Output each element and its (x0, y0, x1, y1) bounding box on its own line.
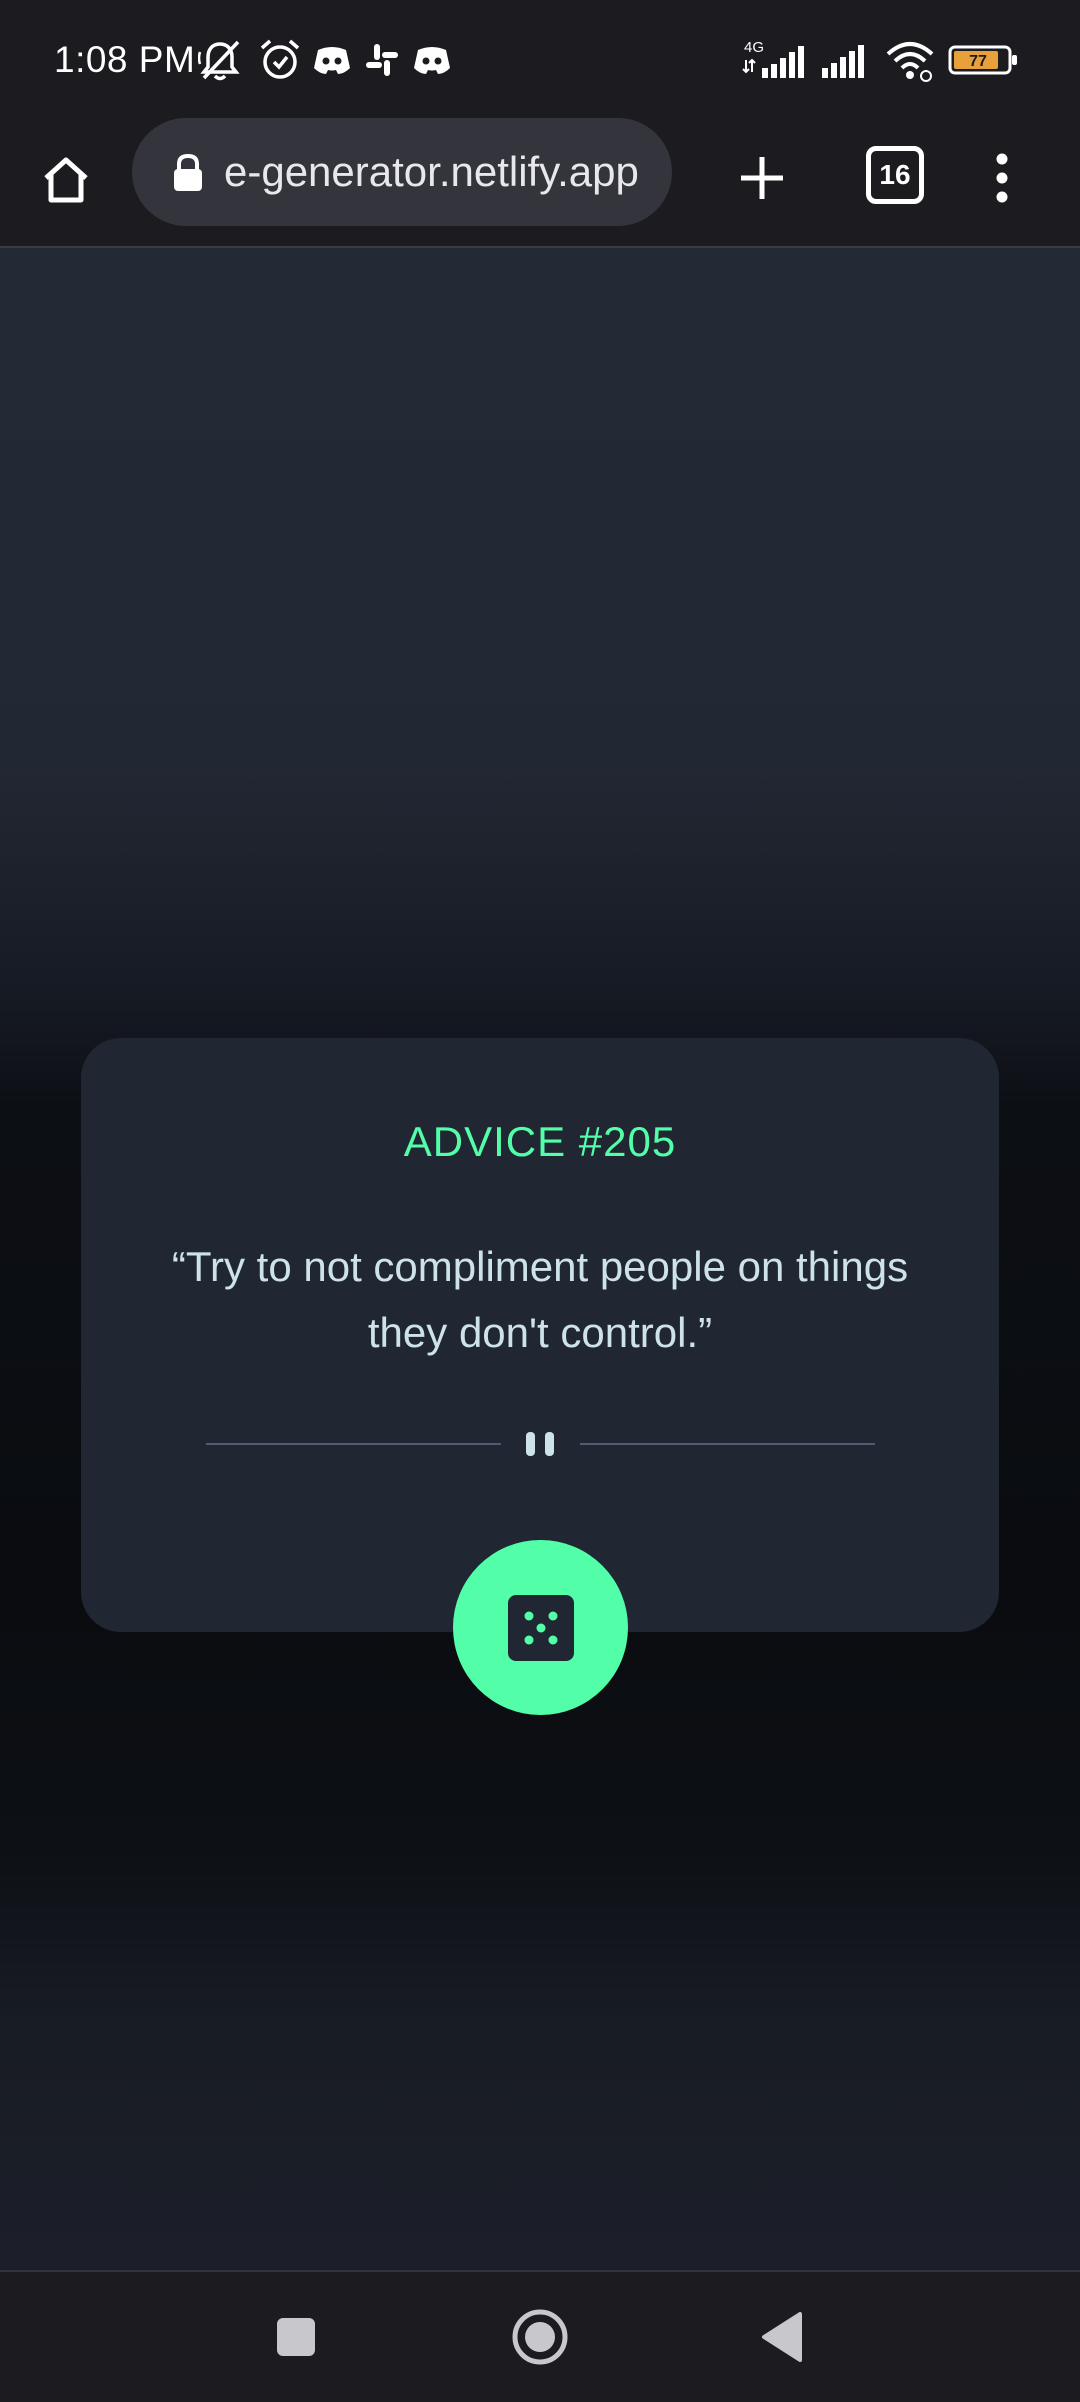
nav-home-button[interactable] (505, 2302, 575, 2372)
advice-title: ADVICE #205 (403, 1118, 677, 1165)
browser-toolbar: e-generator.netlify.app 16 (0, 118, 1080, 248)
home-button[interactable] (30, 144, 102, 216)
dice-icon (507, 1594, 574, 1661)
discord-icon (410, 36, 454, 84)
battery-level: 77 (969, 53, 987, 70)
url-bar[interactable]: e-generator.netlify.app (132, 118, 672, 226)
back-icon (762, 2312, 802, 2362)
muted-bell-icon (198, 36, 242, 84)
lock-icon (168, 152, 208, 194)
advice-quote: “Try to not compliment people on things … (171, 1243, 909, 1356)
recents-icon (277, 2318, 315, 2356)
navigation-bar (0, 2270, 1080, 2402)
status-bar: 1:08 PM 4G 77 (0, 0, 1080, 118)
divider-line (580, 1443, 875, 1445)
wifi-icon (884, 36, 936, 84)
new-tab-icon (741, 157, 783, 199)
web-content: ADVICE #205 “Try to not compliment peopl… (0, 248, 1080, 2270)
generate-advice-button[interactable] (453, 1540, 628, 1715)
network-type: 4G (744, 39, 764, 56)
slack-icon (360, 36, 404, 84)
more-menu-button[interactable] (980, 138, 1024, 218)
signal-icon: 4G (740, 36, 810, 84)
signal-icon (820, 36, 872, 84)
recents-button[interactable] (261, 2302, 331, 2372)
tabs-button[interactable]: 16 (866, 146, 924, 204)
status-time: 1:08 PM (54, 39, 196, 80)
divider-pause-icon (545, 1432, 554, 1456)
home-icon (44, 157, 88, 203)
new-tab-button[interactable] (722, 138, 802, 218)
home-icon (512, 2309, 568, 2365)
more-menu-icon (996, 153, 1008, 203)
alarm-icon (258, 36, 302, 84)
back-button[interactable] (748, 2302, 818, 2372)
url-text: e-generator.netlify.app (224, 148, 639, 195)
divider-pause-icon (526, 1432, 535, 1456)
discord-icon (310, 36, 354, 84)
divider-line (206, 1443, 501, 1445)
battery-icon: 77 (948, 36, 1020, 84)
